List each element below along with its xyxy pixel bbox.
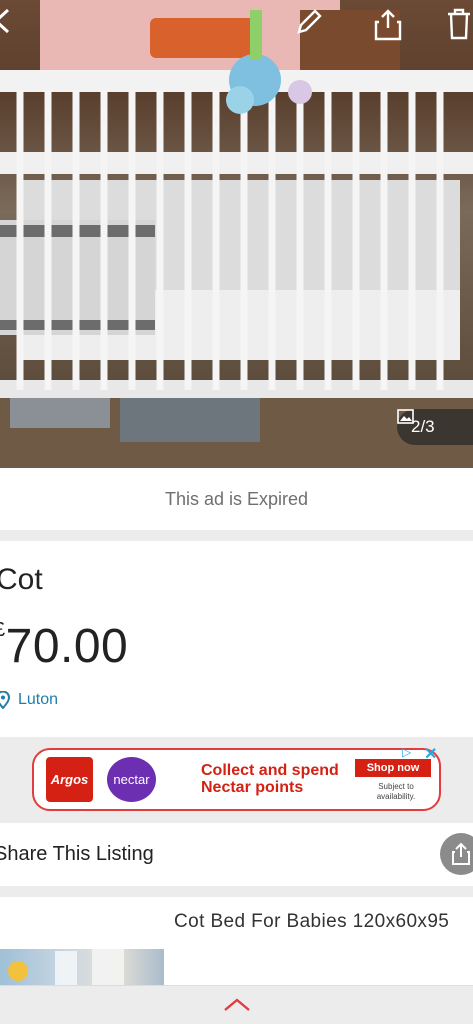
back-arrow-icon[interactable] <box>0 8 26 48</box>
nectar-logo: nectar <box>107 757 156 802</box>
cot-photo <box>0 0 473 468</box>
similar-listing-thumbnail <box>0 949 164 985</box>
location-text: Luton <box>18 691 59 708</box>
similar-listing-title: Cot Bed For Babies 120x60x95 <box>174 911 450 932</box>
photo-counter-text: 2/3 <box>411 417 435 436</box>
photo-counter: 2/3 <box>397 409 473 445</box>
bottom-bar <box>0 985 473 1024</box>
share-label: Share This Listing <box>0 843 154 865</box>
listing-page: 2/3 This ad is Expired Cot £70.00 Luton … <box>0 0 473 1024</box>
price-value: 70.00 <box>5 620 129 673</box>
trash-icon[interactable] <box>446 8 473 48</box>
share-button[interactable] <box>440 833 473 875</box>
listing-photo[interactable]: 2/3 <box>0 0 473 468</box>
ad-banner-area: Argos nectar Collect and spend Nectar po… <box>0 737 473 819</box>
share-icon <box>452 842 470 865</box>
ad-headline: Collect and spend Nectar points <box>201 762 339 796</box>
close-icon[interactable]: ✕ <box>424 744 440 763</box>
argos-logo: Argos <box>46 757 93 802</box>
similar-listing-card[interactable]: Cot Bed For Babies 120x60x95 <box>0 897 473 985</box>
share-section: Share This Listing <box>0 823 473 886</box>
ad-banner[interactable]: Argos nectar Collect and spend Nectar po… <box>32 745 441 811</box>
listing-price: £70.00 <box>0 619 128 674</box>
expired-text: This ad is Expired <box>164 488 309 509</box>
listing-info: Cot £70.00 Luton <box>0 541 473 737</box>
adchoices-icon[interactable]: ▷ <box>402 745 422 761</box>
pencil-icon[interactable] <box>295 8 329 48</box>
shop-now-button[interactable]: Shop now <box>355 759 431 777</box>
share-icon[interactable] <box>373 8 407 48</box>
location-link[interactable]: Luton <box>0 691 58 709</box>
ad-disclaimer: Subject to availability. <box>376 782 416 801</box>
expired-banner: This ad is Expired <box>0 468 473 530</box>
image-icon <box>397 409 414 424</box>
ad-line-1: Collect and spend <box>201 762 339 779</box>
ad-line-2: Nectar points <box>201 779 304 796</box>
chevron-up-icon[interactable] <box>222 997 252 1013</box>
listing-title: Cot <box>0 563 43 596</box>
location-pin-icon <box>0 691 10 709</box>
